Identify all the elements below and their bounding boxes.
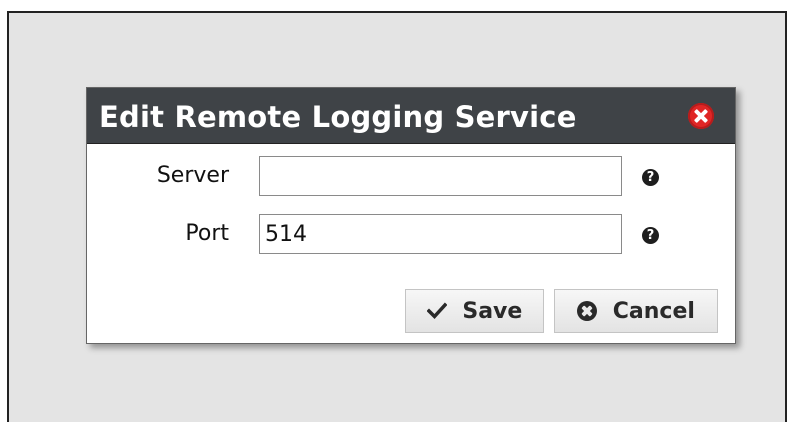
close-icon[interactable]: [688, 103, 714, 129]
server-label: Server: [156, 163, 229, 188]
save-button-label: Save: [462, 298, 523, 324]
port-input[interactable]: [259, 214, 622, 254]
dialog-titlebar: Edit Remote Logging Service: [87, 88, 735, 144]
dialog-title: Edit Remote Logging Service: [99, 100, 577, 134]
port-help-icon[interactable]: ?: [642, 227, 659, 244]
server-help-icon[interactable]: ?: [642, 169, 659, 186]
save-button[interactable]: Save: [405, 289, 544, 333]
cancel-button-label: Cancel: [612, 298, 695, 324]
cancel-button[interactable]: Cancel: [554, 289, 718, 333]
edit-remote-logging-dialog: Edit Remote Logging Service Server ? Por…: [86, 87, 736, 344]
cancel-circle-icon: [577, 301, 598, 322]
checkmark-icon: [426, 302, 447, 320]
server-input[interactable]: [259, 156, 622, 196]
port-label: Port: [185, 221, 229, 246]
